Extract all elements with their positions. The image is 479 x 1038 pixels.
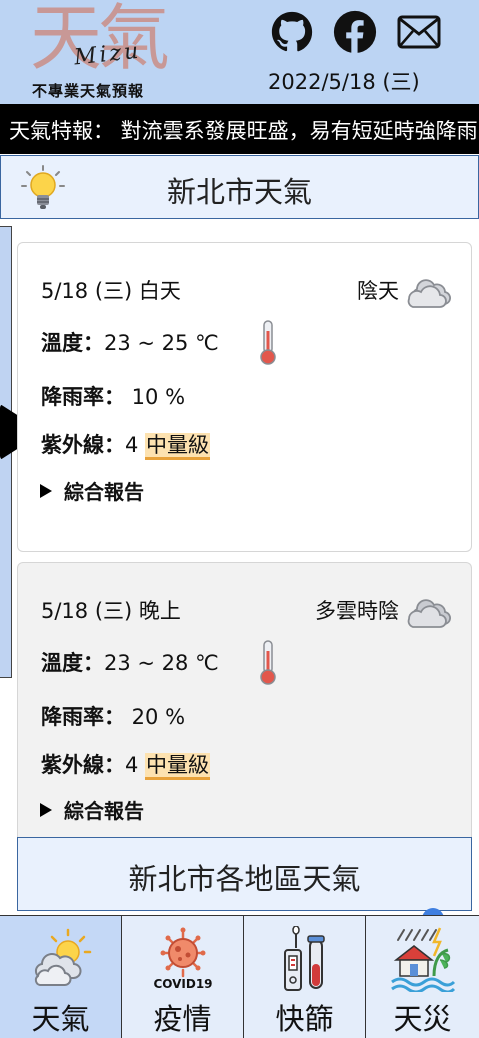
uv-label: 紫外線：: [41, 433, 125, 457]
district-weather-title: 新北市各地區天氣: [128, 862, 361, 896]
app-header: 天氣 Mizu 不專業天氣預報 2022/5/18 (三): [0, 0, 479, 104]
rain-probability-row: 降雨率： 10 %: [41, 381, 185, 411]
disclosure-triangle-icon: [40, 484, 52, 498]
forecast-condition: 多雲時陰: [315, 599, 399, 623]
github-icon[interactable]: [270, 10, 314, 54]
rain-label: 降雨率：: [41, 385, 125, 409]
weather-icon: [34, 928, 91, 986]
uv-value: 4: [125, 753, 146, 777]
temperature-row: 溫度：23 ~ 28 ℃: [41, 647, 219, 677]
covid19-badge-text: COVID19: [153, 977, 212, 991]
city-title: 新北市天氣: [166, 175, 312, 209]
mail-icon[interactable]: [397, 10, 441, 54]
logo-subtitle: 不專業天氣預報: [32, 82, 145, 100]
bottom-navigation: 天氣 COVID19 疫情 快篩 天災: [0, 915, 479, 1038]
rain-value: 20 %: [125, 705, 186, 729]
nav-label: 快篩: [275, 1002, 334, 1036]
rain-probability-row: 降雨率： 20 %: [41, 701, 185, 731]
nav-tab-disaster[interactable]: 天災: [366, 916, 479, 1038]
forecast-card-day: 5/18 (三) 白天 陰天 溫度：23 ~ 25 ℃ 降雨率： 10 % 紫外…: [17, 242, 472, 552]
rain-value: 10 %: [125, 385, 186, 409]
covid19-icon: COVID19: [153, 927, 212, 991]
summary-report-toggle[interactable]: 綜合報告: [40, 476, 144, 505]
uv-value: 4: [125, 433, 146, 457]
site-logo[interactable]: 天氣 Mizu 不專業天氣預報: [28, 0, 188, 102]
uv-row: 紫外線：4 中量級: [41, 749, 211, 780]
temperature-label: 溫度：: [41, 651, 104, 675]
summary-report-label: 綜合報告: [64, 799, 144, 823]
disclosure-triangle-icon: [40, 803, 52, 817]
city-header: 新北市天氣: [0, 155, 479, 219]
ticker-text: 天氣特報： 對流雲系發展旺盛，易有短延時強降雨: [9, 119, 478, 143]
temperature-value: 23 ~ 25 ℃: [104, 331, 219, 355]
cloudy-icon: [407, 599, 451, 628]
thermometer-icon: [260, 640, 276, 685]
rain-label: 降雨率：: [41, 705, 125, 729]
cloudy-icon: [407, 279, 451, 308]
forecast-condition: 陰天: [357, 279, 399, 303]
forecast-date: 5/18 (三) 晚上: [41, 599, 181, 623]
uv-label: 紫外線：: [41, 753, 125, 777]
forecast-card-night: 5/18 (三) 晚上 多雲時陰 溫度：23 ~ 28 ℃ 降雨率： 20 % …: [17, 562, 472, 852]
uv-level-badge: 中量級: [145, 433, 211, 460]
current-date: 2022/5/18 (三): [268, 70, 420, 94]
weather-alert-ticker[interactable]: 天氣特報： 對流雲系發展旺盛，易有短延時強降雨: [0, 104, 479, 154]
thermometer-icon: [260, 320, 276, 365]
nav-label: 天氣: [31, 1002, 90, 1036]
temperature-value: 23 ~ 28 ℃: [104, 651, 219, 675]
facebook-icon[interactable]: [333, 10, 377, 54]
uv-level-badge: 中量級: [145, 753, 211, 780]
nav-label: 天災: [393, 1002, 452, 1036]
nav-tab-covid[interactable]: COVID19 疫情: [122, 916, 244, 1038]
rapid-test-icon: [283, 926, 325, 991]
summary-report-label: 綜合報告: [64, 480, 144, 504]
forecast-date: 5/18 (三) 白天: [41, 279, 181, 303]
nav-tab-rapid-test[interactable]: 快篩: [244, 916, 366, 1038]
temperature-label: 溫度：: [41, 331, 104, 355]
temperature-row: 溫度：23 ~ 25 ℃: [41, 327, 219, 357]
disaster-icon: [390, 927, 455, 992]
summary-report-toggle[interactable]: 綜合報告: [40, 795, 144, 824]
uv-row: 紫外線：4 中量級: [41, 429, 211, 460]
district-weather-button[interactable]: 新北市各地區天氣: [17, 837, 472, 911]
nav-tab-weather[interactable]: 天氣: [0, 916, 122, 1038]
nav-label: 疫情: [153, 1002, 212, 1036]
